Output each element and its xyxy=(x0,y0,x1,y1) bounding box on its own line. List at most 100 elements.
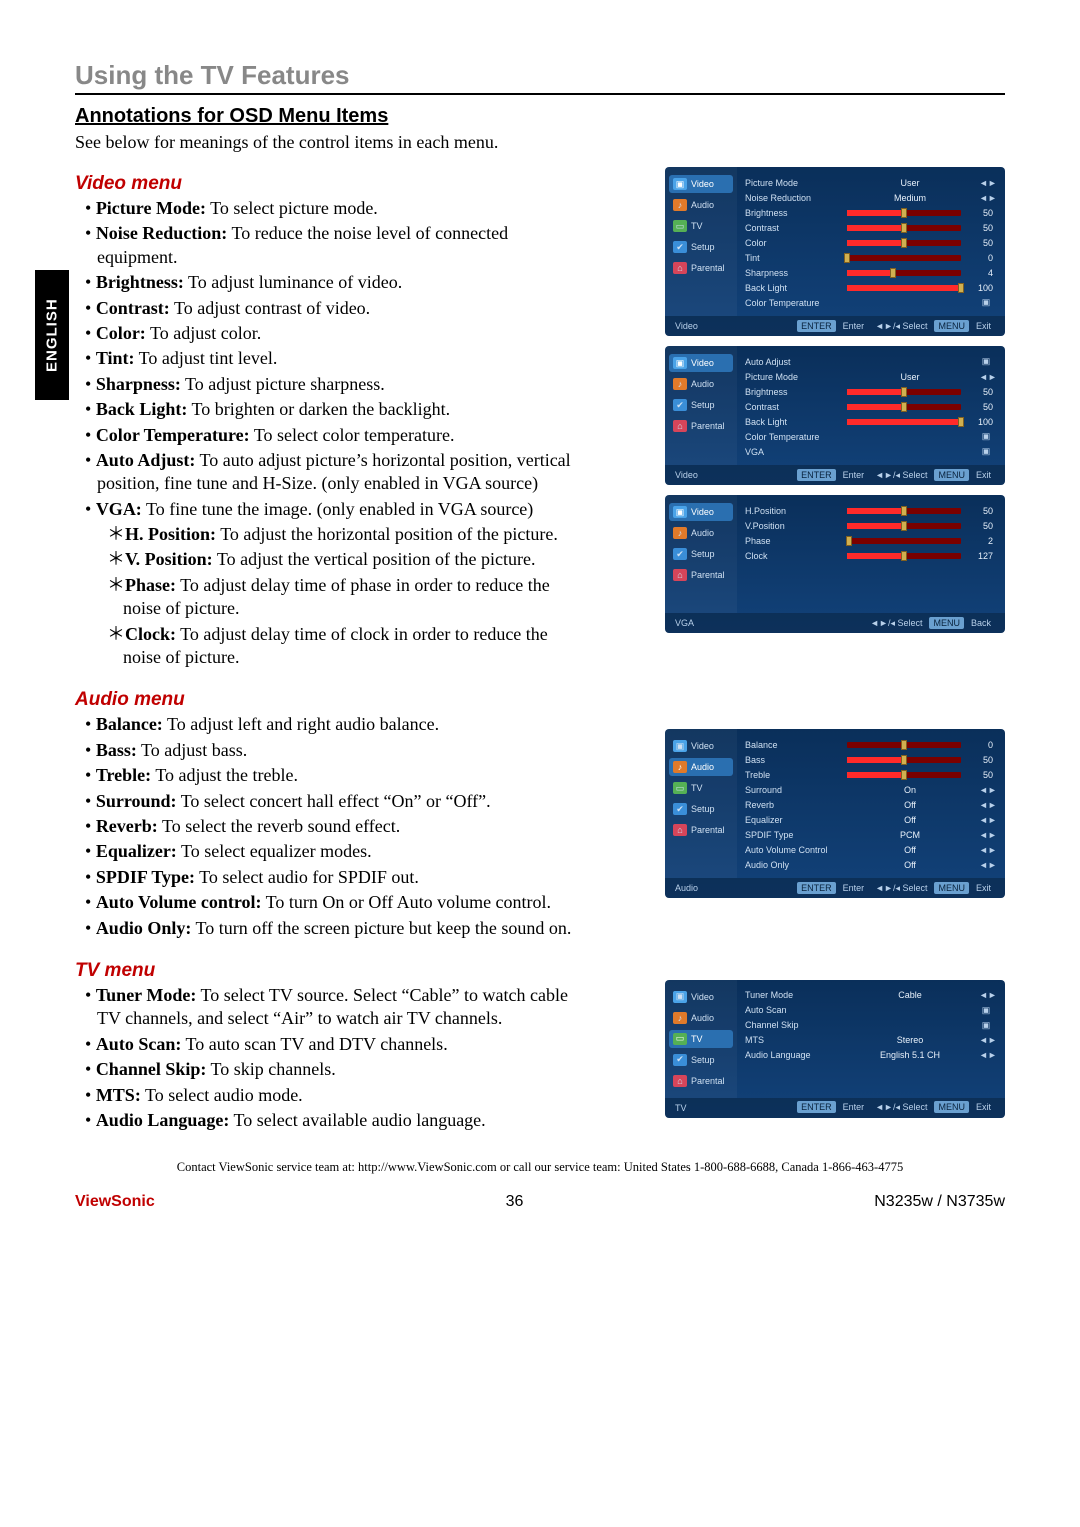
osd-row[interactable]: Audio LanguageEnglish 5.1 CH◄► xyxy=(745,1048,993,1063)
osd-row[interactable]: Back Light100 xyxy=(745,414,993,429)
osd-row[interactable]: SurroundOn◄► xyxy=(745,782,993,797)
osd-tab-parental[interactable]: ⌂Parental xyxy=(669,417,733,435)
osd-row[interactable]: H.Position50 xyxy=(745,503,993,518)
osd-tab-video[interactable]: ▣Video xyxy=(669,175,733,193)
osd-row[interactable]: Picture ModeUser◄► xyxy=(745,369,993,384)
osd-row[interactable]: Auto Adjust▣ xyxy=(745,354,993,369)
osd-tab-parental[interactable]: ⌂Parental xyxy=(669,259,733,277)
slider-track[interactable] xyxy=(847,757,961,763)
slider-track[interactable] xyxy=(847,523,961,529)
slider-knob[interactable] xyxy=(844,253,850,263)
item-label: H. Position: xyxy=(125,524,216,544)
osd-tab-audio[interactable]: ♪Audio xyxy=(669,758,733,776)
osd-name-label: Audio xyxy=(675,883,698,893)
slider-knob[interactable] xyxy=(901,740,907,750)
osd-tv-column: ▣Video ♪Audio ▭TV ✔Setup ⌂Parental Tuner Mode… xyxy=(665,954,1005,1134)
osd-tab-setup[interactable]: ✔Setup xyxy=(669,238,733,256)
slider-track[interactable] xyxy=(847,404,961,410)
osd-row[interactable]: Noise ReductionMedium◄► xyxy=(745,190,993,205)
slider-track[interactable] xyxy=(847,772,961,778)
osd-tab-parental[interactable]: ⌂Parental xyxy=(669,566,733,584)
osd-tab-tv[interactable]: ▭TV xyxy=(669,779,733,797)
osd-tab-audio[interactable]: ♪Audio xyxy=(669,196,733,214)
osd-tab-tv[interactable]: ▭TV xyxy=(669,1030,733,1048)
osd-tab-setup[interactable]: ✔Setup xyxy=(669,1051,733,1069)
footer-page: 36 xyxy=(506,1193,524,1211)
slider-track[interactable] xyxy=(847,419,961,425)
osd-row[interactable]: Back Light100 xyxy=(745,280,993,295)
osd-tab-setup[interactable]: ✔Setup xyxy=(669,396,733,414)
osd-tab-video[interactable]: ▣Video xyxy=(669,988,733,1006)
slider-track[interactable] xyxy=(847,210,961,216)
slider-track[interactable] xyxy=(847,389,961,395)
osd-row[interactable]: Auto Scan▣ xyxy=(745,1003,993,1018)
osd-row[interactable]: Brightness50 xyxy=(745,205,993,220)
osd-hints: ENTEREnter◄►/◂ SelectMENUExit xyxy=(794,882,995,895)
slider-track[interactable] xyxy=(847,538,961,544)
slider-knob[interactable] xyxy=(958,283,964,293)
slider-knob[interactable] xyxy=(901,521,907,531)
osd-row[interactable]: Color Temperature▣ xyxy=(745,429,993,444)
osd-tab-label: Audio xyxy=(691,762,714,772)
osd-row[interactable]: Color Temperature▣ xyxy=(745,295,993,310)
osd-tab-tv[interactable]: ▭TV xyxy=(669,217,733,235)
osd-tab-setup[interactable]: ✔Setup xyxy=(669,545,733,563)
slider-track[interactable] xyxy=(847,508,961,514)
slider-track[interactable] xyxy=(847,240,961,246)
osd-tab-video[interactable]: ▣Video xyxy=(669,503,733,521)
osd-row[interactable]: Tuner ModeCable◄► xyxy=(745,988,993,1003)
slider-knob[interactable] xyxy=(901,238,907,248)
osd-row[interactable]: VGA▣ xyxy=(745,444,993,459)
osd-row[interactable]: Audio OnlyOff◄► xyxy=(745,857,993,872)
osd-row[interactable]: ReverbOff◄► xyxy=(745,797,993,812)
slider-knob[interactable] xyxy=(901,755,907,765)
osd-tab-label: TV xyxy=(691,221,703,231)
osd-row[interactable]: Contrast50 xyxy=(745,399,993,414)
slider-track[interactable] xyxy=(847,225,961,231)
osd-tab-video[interactable]: ▣Video xyxy=(669,354,733,372)
osd-tab-audio[interactable]: ♪Audio xyxy=(669,1009,733,1027)
slider-knob[interactable] xyxy=(846,536,852,546)
slider-track[interactable] xyxy=(847,553,961,559)
parental-icon: ⌂ xyxy=(673,824,687,836)
slider-knob[interactable] xyxy=(958,417,964,427)
osd-row[interactable]: Phase2 xyxy=(745,533,993,548)
osd-row[interactable]: V.Position50 xyxy=(745,518,993,533)
osd-row[interactable]: Clock127 xyxy=(745,548,993,563)
osd-row[interactable]: SPDIF TypePCM◄► xyxy=(745,827,993,842)
osd-tab-setup[interactable]: ✔Setup xyxy=(669,800,733,818)
slider-knob[interactable] xyxy=(901,402,907,412)
osd-tab-audio[interactable]: ♪Audio xyxy=(669,524,733,542)
osd-tab-label: TV xyxy=(691,1034,703,1044)
slider-knob[interactable] xyxy=(901,223,907,233)
slider-knob[interactable] xyxy=(901,770,907,780)
osd-row[interactable]: MTSStereo◄► xyxy=(745,1033,993,1048)
osd-row[interactable]: Channel Skip▣ xyxy=(745,1018,993,1033)
slider-knob[interactable] xyxy=(890,268,896,278)
osd-row[interactable]: Color50 xyxy=(745,235,993,250)
slider-knob[interactable] xyxy=(901,551,907,561)
item-label: Back Light: xyxy=(96,399,188,419)
slider-track[interactable] xyxy=(847,255,961,261)
slider-knob[interactable] xyxy=(901,387,907,397)
osd-row[interactable]: Contrast50 xyxy=(745,220,993,235)
osd-row[interactable]: Brightness50 xyxy=(745,384,993,399)
osd-row[interactable]: Sharpness4 xyxy=(745,265,993,280)
osd-row[interactable]: Bass50 xyxy=(745,752,993,767)
osd-row[interactable]: EqualizerOff◄► xyxy=(745,812,993,827)
slider-knob[interactable] xyxy=(901,208,907,218)
osd-row[interactable]: Picture ModeUser◄► xyxy=(745,175,993,190)
slider-track[interactable] xyxy=(847,270,961,276)
slider-track[interactable] xyxy=(847,742,961,748)
osd-row[interactable]: Treble50 xyxy=(745,767,993,782)
osd-tab-audio[interactable]: ♪Audio xyxy=(669,375,733,393)
osd-row[interactable]: Balance0 xyxy=(745,737,993,752)
slider-knob[interactable] xyxy=(901,506,907,516)
osd-tab-parental[interactable]: ⌂Parental xyxy=(669,821,733,839)
osd-row[interactable]: Auto Volume ControlOff◄► xyxy=(745,842,993,857)
video-icon: ▣ xyxy=(673,740,687,752)
slider-track[interactable] xyxy=(847,285,961,291)
osd-tab-parental[interactable]: ⌂Parental xyxy=(669,1072,733,1090)
osd-row[interactable]: Tint0 xyxy=(745,250,993,265)
osd-tab-video[interactable]: ▣Video xyxy=(669,737,733,755)
